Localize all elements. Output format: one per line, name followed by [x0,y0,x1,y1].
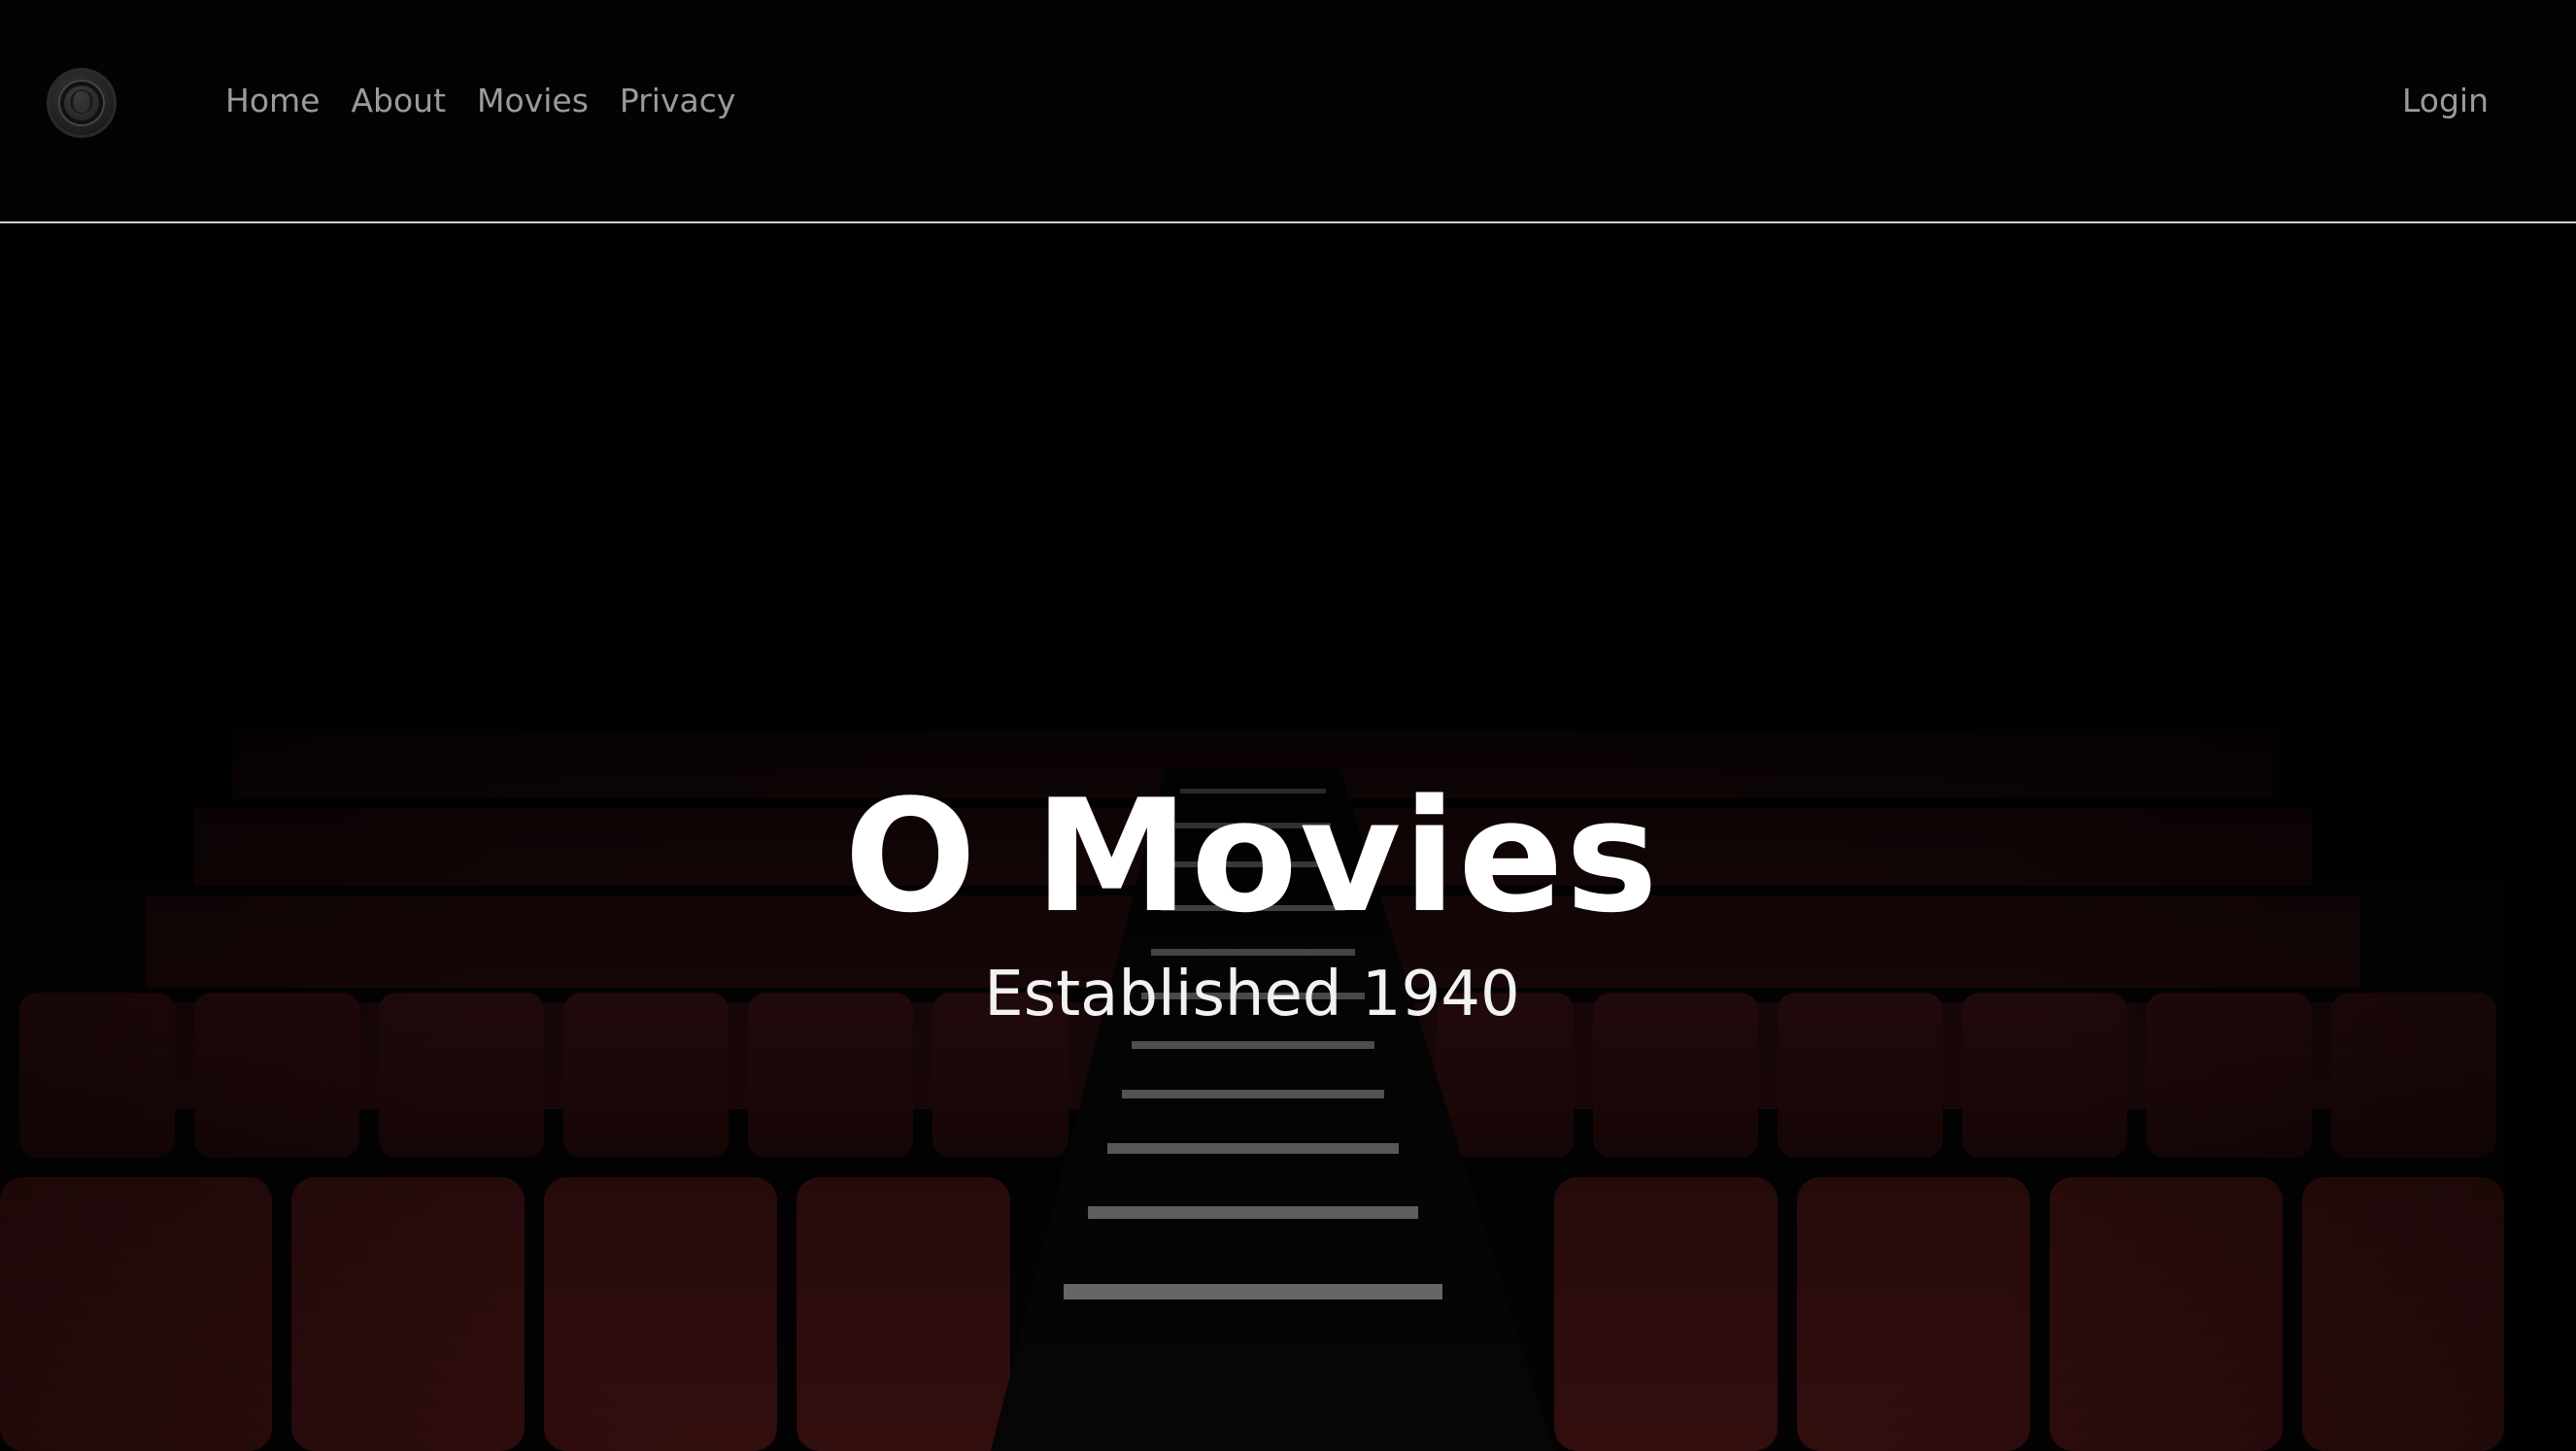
o-logo-icon[interactable]: O [47,68,117,138]
nav-item-movies[interactable]: Movies [477,76,589,126]
hero-right-edge [2504,225,2576,1451]
page: O Home About Movies Privacy Login O Movi… [0,0,2576,1451]
hero-subtitle: Established 1940 [984,959,1520,1030]
logo-ring: O [60,82,103,124]
hero-title: O Movies [844,765,1660,947]
hero-banner: O Movies Established 1940 [0,225,2576,1451]
nav-item-home[interactable]: Home [225,76,320,126]
nav-links: Home About Movies Privacy [225,76,735,126]
nav-item-privacy[interactable]: Privacy [620,76,735,126]
hero-text: O Movies Established 1940 [0,769,2504,1033]
login-link[interactable]: Login [2402,76,2489,126]
logo-letter: O [68,84,95,122]
nav-item-about[interactable]: About [351,76,446,126]
navbar: O Home About Movies Privacy Login [0,0,2576,223]
